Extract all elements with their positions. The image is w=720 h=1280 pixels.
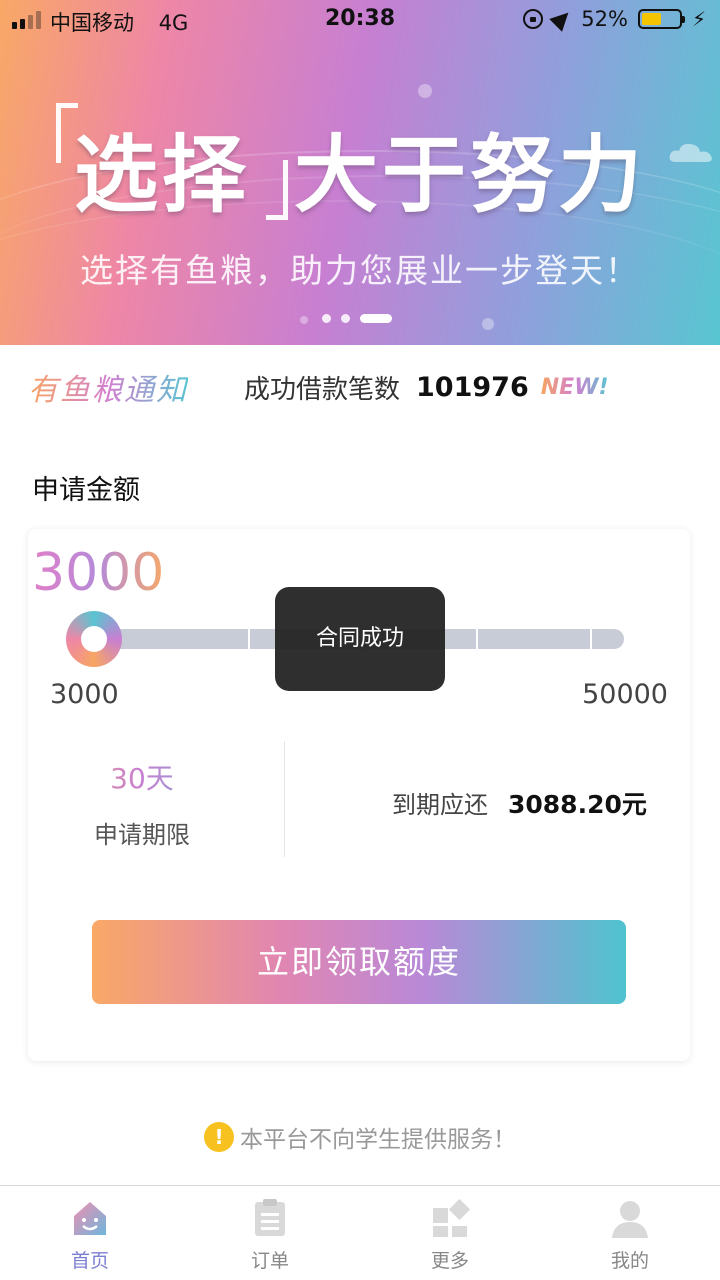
loan-count: 101976 xyxy=(416,371,529,403)
apply-amount-title: 申请金额 xyxy=(32,475,140,506)
home-icon xyxy=(74,1202,106,1235)
promo-banner[interactable]: 选择 大于努力 选择有鱼粮，助力您展业一步登天！ xyxy=(0,0,720,345)
disclaimer-text: 本平台不向学生提供服务！ xyxy=(240,1127,516,1153)
pagination-dot-active[interactable] xyxy=(360,314,392,323)
battery-icon xyxy=(637,9,685,29)
amount-value: 3000 xyxy=(32,543,165,603)
notice-bar: 有鱼粮通知 成功借款笔数 101976 NEW! xyxy=(28,365,708,409)
pagination-dot[interactable] xyxy=(341,314,350,323)
toast-message: 合同成功 xyxy=(275,587,445,691)
tab-label: 我的 xyxy=(610,1250,649,1272)
amount-slider-handle[interactable] xyxy=(66,611,122,667)
slider-tick xyxy=(590,629,592,649)
slider-tick xyxy=(248,629,250,649)
banner-title-part1: 选择 xyxy=(73,126,250,224)
battery-fill xyxy=(641,13,661,25)
pagination-dot[interactable] xyxy=(322,314,331,323)
tab-orders[interactable]: 订单 xyxy=(180,1186,360,1280)
order-icon xyxy=(255,1199,285,1236)
banner-title: 选择 大于努力 xyxy=(0,108,720,229)
slider-max-label: 50000 xyxy=(582,679,668,710)
disclaimer: ! 本平台不向学生提供服务！ xyxy=(0,1120,720,1154)
slider-tick xyxy=(476,629,478,649)
banner-title-part2: 大于努力 xyxy=(294,126,647,224)
profile-icon xyxy=(612,1201,648,1238)
location-icon xyxy=(549,6,575,32)
rotation-lock-icon xyxy=(523,9,544,29)
notice-text: 成功借款笔数 xyxy=(244,374,401,405)
tab-profile[interactable]: 我的 xyxy=(540,1186,720,1280)
charging-icon: ⚡ xyxy=(691,7,706,31)
claim-credit-button[interactable]: 立即领取额度 xyxy=(92,920,626,1004)
due-amount-row: 到期应还 3088.20元 xyxy=(392,785,647,821)
due-label: 到期应还 xyxy=(392,791,488,819)
tab-home[interactable]: 首页 xyxy=(0,1186,180,1280)
card-divider xyxy=(284,741,285,857)
tab-label: 更多 xyxy=(430,1250,469,1272)
notice-title: 有鱼粮通知 xyxy=(28,365,188,409)
tab-bar: 首页 订单 更多 我的 xyxy=(0,1185,720,1280)
new-badge: NEW! xyxy=(540,374,609,400)
banner-bubble xyxy=(418,84,432,98)
banner-bubble xyxy=(482,318,494,330)
tab-label: 首页 xyxy=(70,1250,109,1272)
banner-pagination xyxy=(322,314,392,323)
banner-subtitle: 选择有鱼粮，助力您展业一步登天！ xyxy=(80,251,640,290)
battery-percent: 52% xyxy=(581,7,628,31)
status-bar: 中国移动 4G 20:38 52% ⚡ xyxy=(0,0,720,40)
more-icon xyxy=(433,1198,470,1237)
tab-label: 订单 xyxy=(250,1250,289,1272)
tab-more[interactable]: 更多 xyxy=(360,1186,540,1280)
slider-min-label: 3000 xyxy=(50,679,119,710)
banner-bubble xyxy=(300,316,308,324)
warning-icon: ! xyxy=(204,1122,234,1152)
term-value[interactable]: 30天 xyxy=(28,757,256,797)
term-label: 申请期限 xyxy=(94,821,190,849)
due-value: 3088.20元 xyxy=(508,790,647,819)
